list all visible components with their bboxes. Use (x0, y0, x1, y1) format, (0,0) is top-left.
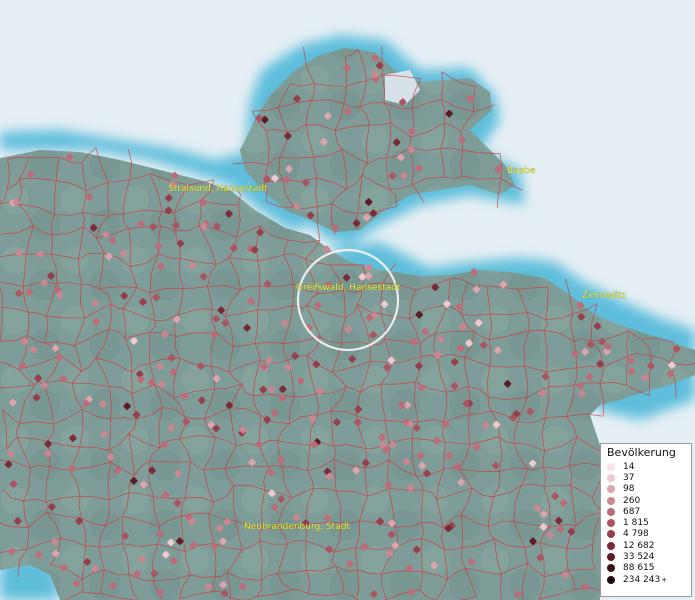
legend-item: 33 524 (607, 551, 687, 562)
legend-suffix: + (661, 575, 668, 584)
city-label-greifswald: Greifswald, Hansestadt (296, 283, 401, 293)
legend-title: Bevölkerung (607, 446, 676, 459)
legend-value: 260 (623, 495, 641, 506)
legend-swatch (607, 530, 615, 539)
legend-item: 88 615 (607, 563, 687, 574)
legend-value: 98 (623, 484, 635, 495)
legend-value: 88 615 (623, 563, 655, 574)
legend-value: 687 (623, 506, 641, 517)
legend-item: 687 (607, 506, 687, 517)
city-label-baabe: Baabe (507, 166, 536, 176)
legend-swatch (607, 575, 615, 584)
city-label-neubrandenburg: Neubrandenburg, Stadt (244, 522, 350, 532)
legend-swatch (607, 496, 615, 505)
legend-swatch (607, 473, 615, 482)
legend-item: 4 798 (607, 529, 687, 540)
population-legend: Bevölkerung 14 37 98 260 687 1 815 4 798 12 682… (600, 443, 692, 597)
legend-swatch (607, 541, 615, 550)
legend-value: 4 798 (623, 529, 649, 540)
legend-item: 234 243 + (607, 574, 687, 585)
legend-item: 37 (607, 472, 687, 483)
legend-swatch (607, 564, 615, 573)
legend-value: 14 (623, 461, 635, 472)
city-label-stralsund: Stralsund, Hansestadt (168, 184, 268, 194)
city-label-zinnowitz: Zinnowitz (582, 291, 626, 301)
legend-item: 1 815 (607, 517, 687, 528)
legend-value: 234 243 (623, 574, 661, 585)
legend-item: 260 (607, 495, 687, 506)
legend-item: 14 (607, 461, 687, 472)
legend-value: 33 524 (623, 552, 655, 563)
legend-value: 12 682 (623, 540, 655, 551)
legend-value: 1 815 (623, 518, 649, 529)
legend-item: 98 (607, 484, 687, 495)
legend-swatch (607, 462, 615, 471)
map-canvas[interactable]: Stralsund, Hansestadt Baabe Greifswald, … (0, 0, 695, 600)
legend-swatch (607, 519, 615, 528)
legend-swatch (607, 507, 615, 516)
legend-swatch (607, 485, 615, 494)
legend-swatch (607, 553, 615, 562)
legend-value: 37 (623, 472, 635, 483)
legend-item: 12 682 (607, 540, 687, 551)
